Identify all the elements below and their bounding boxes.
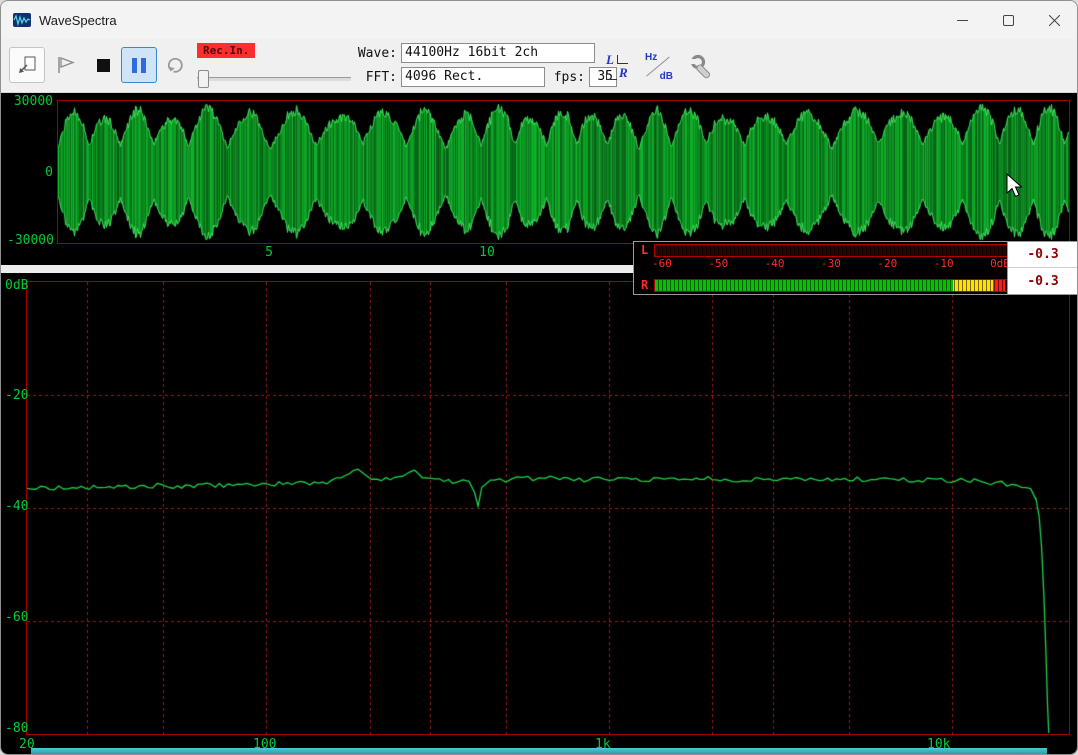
minimize-button[interactable] [939,1,985,39]
close-icon [1049,15,1060,26]
db-label: dB [660,71,673,82]
meter-scale-tick: -30 [821,257,841,270]
fft-field[interactable]: 4096 Rect. [401,67,545,87]
meter-l-value: -0.3 [1008,242,1078,268]
wave-y-label-min: -30000 [7,233,53,248]
play-button[interactable] [47,47,83,83]
close-button[interactable] [1031,1,1077,39]
spec-y-label-0: 0dB [5,278,28,293]
repeat-arrow-icon [164,54,186,76]
stop-button[interactable] [85,47,121,83]
wave-format-field[interactable]: 44100Hz 16bit 2ch [401,43,595,63]
meter-led-mask-l [655,245,1007,256]
spec-y-label-80: -80 [5,721,28,736]
lr-axis-icon [617,55,628,64]
spec-y-label-20: -20 [5,388,28,403]
wave-x-label-10s: 10 [475,245,499,260]
spec-y-label-40: -40 [5,499,28,514]
waveform-panel: 30000 0 -30000 5 10 [1,93,1078,265]
wrench-icon [689,53,717,81]
spectrum-panel: 0dB -20 -40 -60 -80 20 100 1k 10k [1,273,1078,755]
waveform-canvas [58,101,1069,243]
wave-y-label-zero: 0 [7,165,53,180]
meter-bar-r [654,279,1008,292]
maximize-button[interactable] [985,1,1031,39]
titlebar: WaveSpectra [1,1,1077,39]
position-slider[interactable] [197,69,351,87]
level-meter: L -60 -50 -40 -30 -20 -10 0dB R -0.3 -0.… [633,241,1078,295]
open-input-icon [16,54,38,76]
meter-scale: -60 -50 -40 -30 -20 -10 0dB [652,257,1010,270]
meter-scale-tick: -10 [934,257,954,270]
wave-label: Wave: [341,46,397,61]
fft-label: FFT: [353,70,397,85]
repeat-button[interactable] [157,47,193,83]
fps-label: fps: [547,70,585,85]
lr-display-button[interactable]: L R [601,49,637,85]
meter-led-mask-r [655,280,1007,291]
taskbar-strip [31,748,1047,755]
meter-values: -0.3 -0.3 [1007,242,1078,294]
slider-thumb[interactable] [198,70,209,88]
rec-in-indicator: Rec.In. [197,43,255,58]
wave-y-label-max: 30000 [7,94,53,109]
toolbar: Rec.In. Wave: 44100Hz 16bit 2ch FFT: 409… [1,39,1077,93]
wavespectra-window: WaveSpectra [0,0,1078,755]
maximize-icon [1003,15,1014,26]
lr-l-label: L [606,52,614,68]
hz-db-scale-button[interactable]: Hz dB [641,49,677,85]
stop-icon [97,59,110,72]
open-input-button[interactable] [9,47,45,83]
slider-groove[interactable] [197,77,351,81]
lr-r-label: R [619,65,628,81]
window-controls [939,1,1077,39]
lr-axis-icon2 [606,71,617,80]
meter-bar-l [654,244,1008,257]
meter-scale-tick: -20 [877,257,897,270]
settings-button[interactable] [683,47,723,87]
hz-label: Hz [645,52,657,63]
spec-y-label-60: -60 [5,610,28,625]
play-flag-icon [54,54,76,76]
minimize-icon [957,15,968,26]
meter-scale-tick: -40 [765,257,785,270]
spectrum-canvas [27,282,1069,734]
meter-r-value: -0.3 [1008,268,1078,294]
wave-x-label-5s: 5 [259,245,279,260]
meter-scale-tick: -60 [652,257,672,270]
meter-scale-tick: -50 [708,257,728,270]
meter-l-label: L [641,243,648,257]
pause-button[interactable] [121,47,157,83]
window-title: WaveSpectra [39,13,117,28]
meter-r-label: R [641,278,648,292]
app-icon [13,13,31,27]
pause-icon [132,58,146,73]
